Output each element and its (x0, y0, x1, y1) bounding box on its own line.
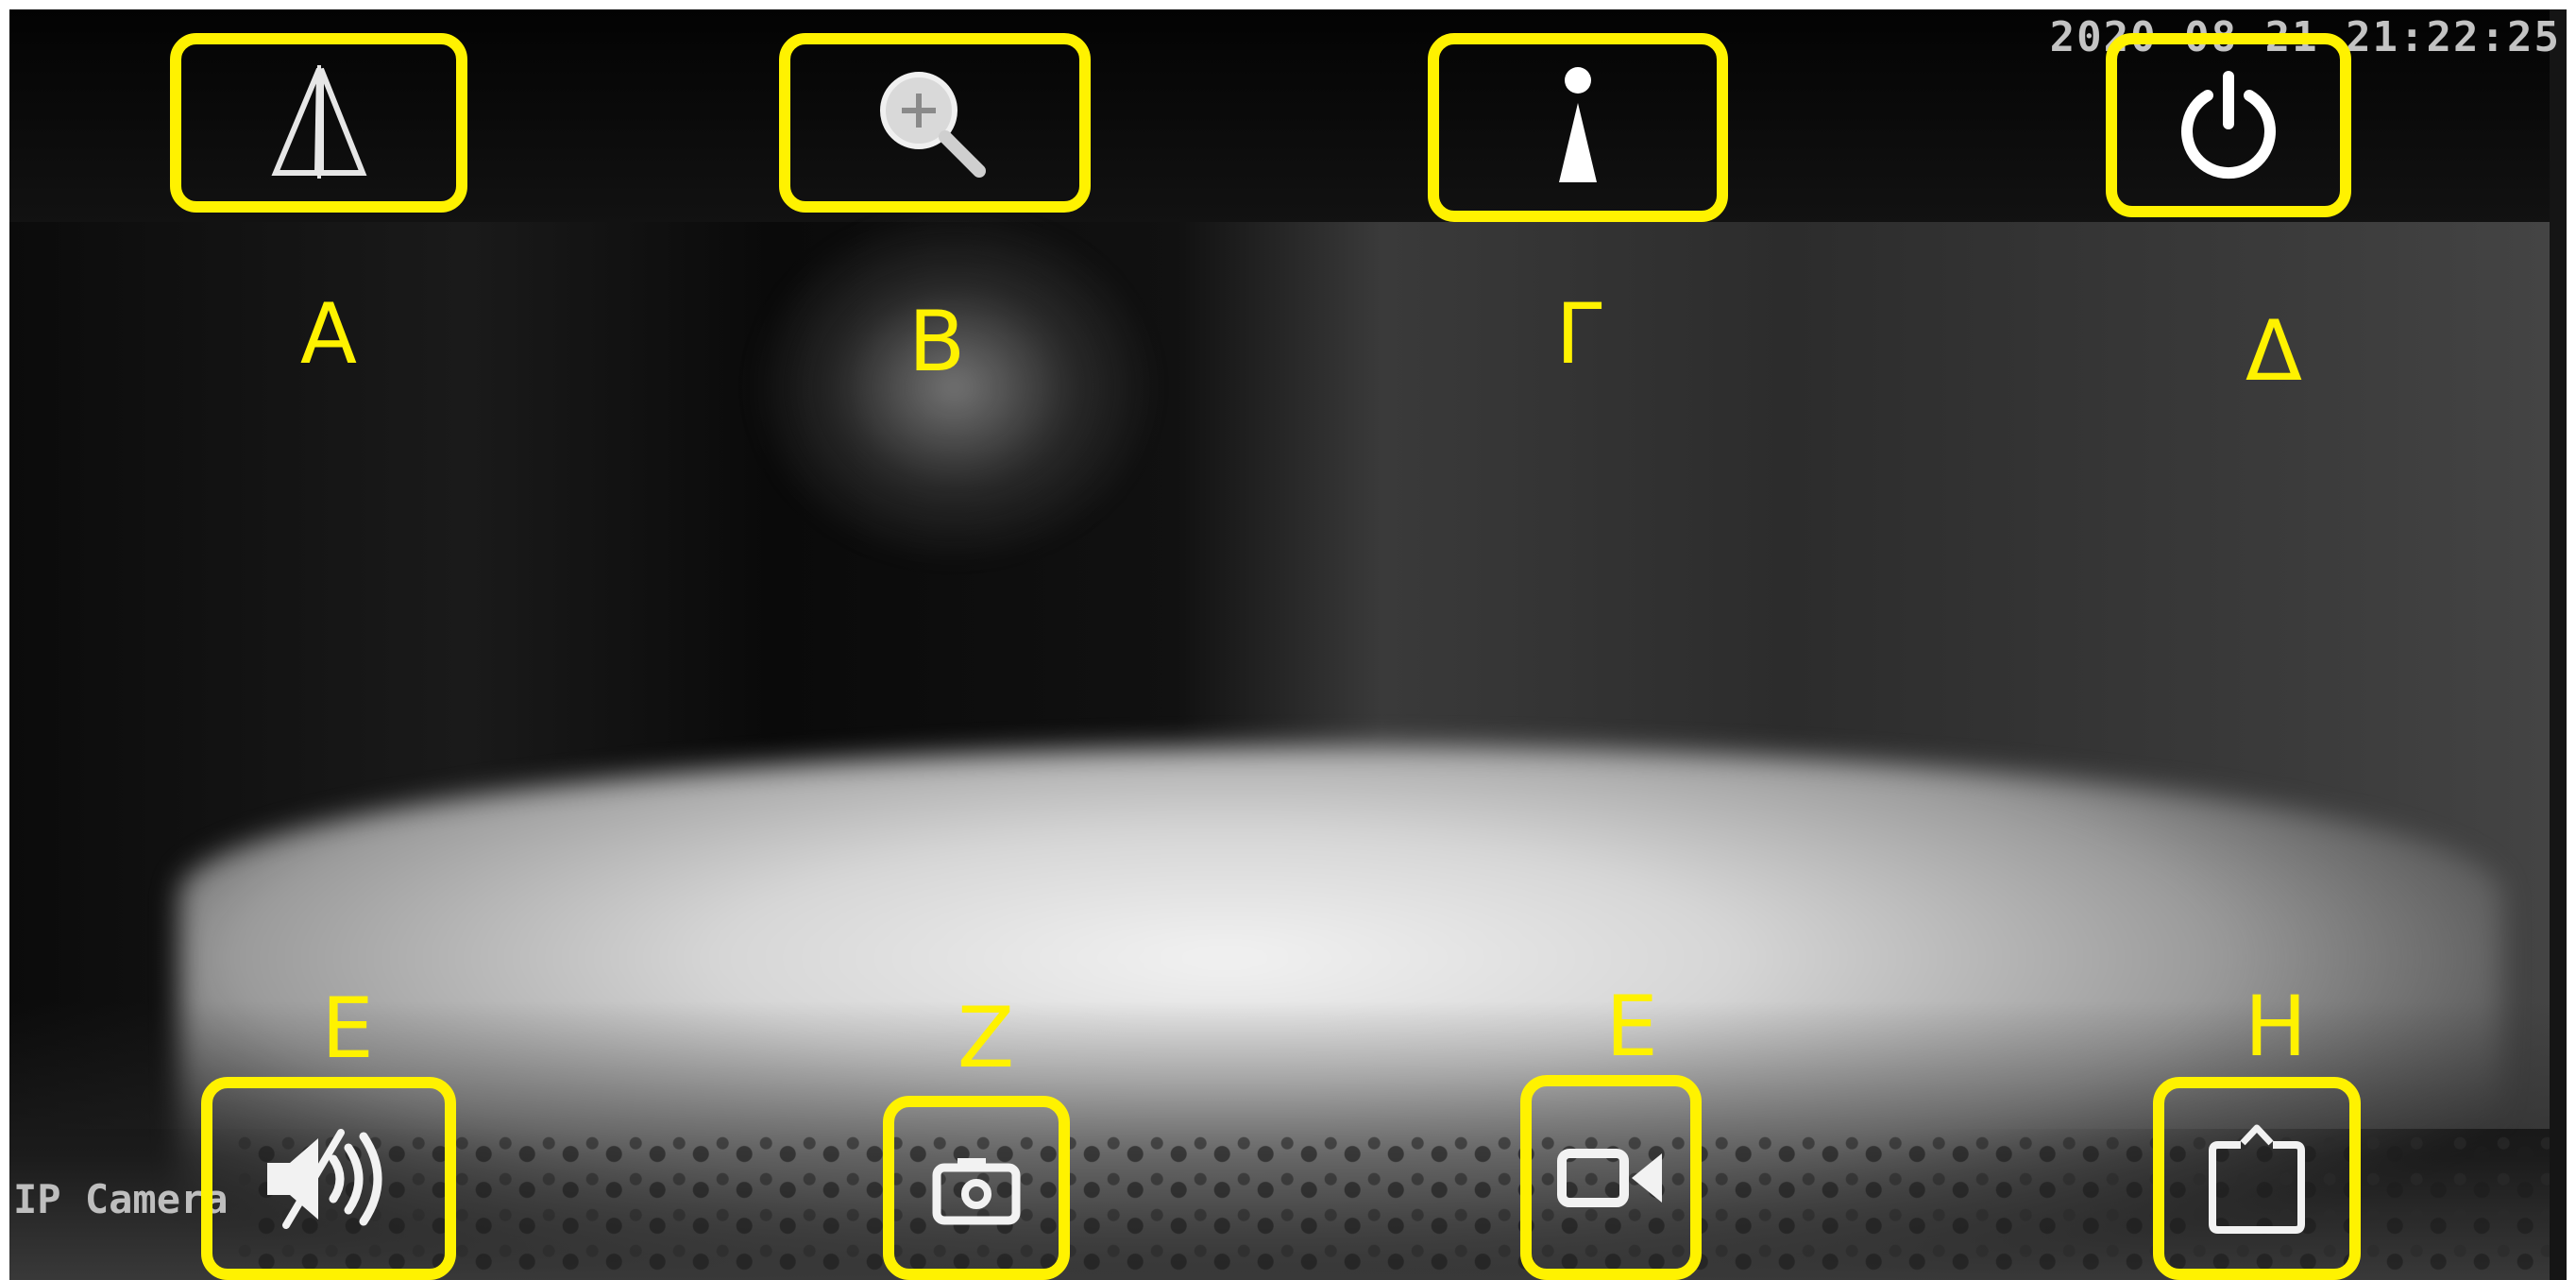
label-h: H (2244, 978, 2308, 1075)
share-icon (2205, 1122, 2309, 1236)
info-button[interactable] (1428, 33, 1728, 222)
label-b: B (907, 293, 966, 390)
label-e-left: E (321, 980, 374, 1077)
power-icon (2172, 69, 2285, 182)
share-button[interactable] (2153, 1077, 2361, 1280)
speaker-muted-icon (258, 1127, 399, 1231)
mute-button[interactable] (201, 1077, 456, 1280)
video-record-icon (1554, 1140, 1668, 1216)
label-z: Z (957, 989, 1015, 1086)
info-icon (1540, 61, 1616, 194)
zoom-in-button[interactable] (779, 33, 1091, 213)
power-button[interactable] (2106, 33, 2351, 217)
mirror-flip-icon (263, 61, 376, 184)
label-a: A (299, 285, 358, 383)
zoom-in-icon (864, 61, 1006, 184)
mirror-flip-button[interactable] (170, 33, 467, 213)
snapshot-button[interactable] (883, 1096, 1070, 1280)
camera-icon (929, 1151, 1024, 1226)
camera-name-overlay: IP Camera (13, 1176, 229, 1222)
label-delta: Δ (2245, 302, 2303, 400)
label-e-right: E (1605, 978, 1658, 1075)
label-gamma: Γ (1555, 285, 1602, 383)
record-button[interactable] (1520, 1075, 1702, 1280)
